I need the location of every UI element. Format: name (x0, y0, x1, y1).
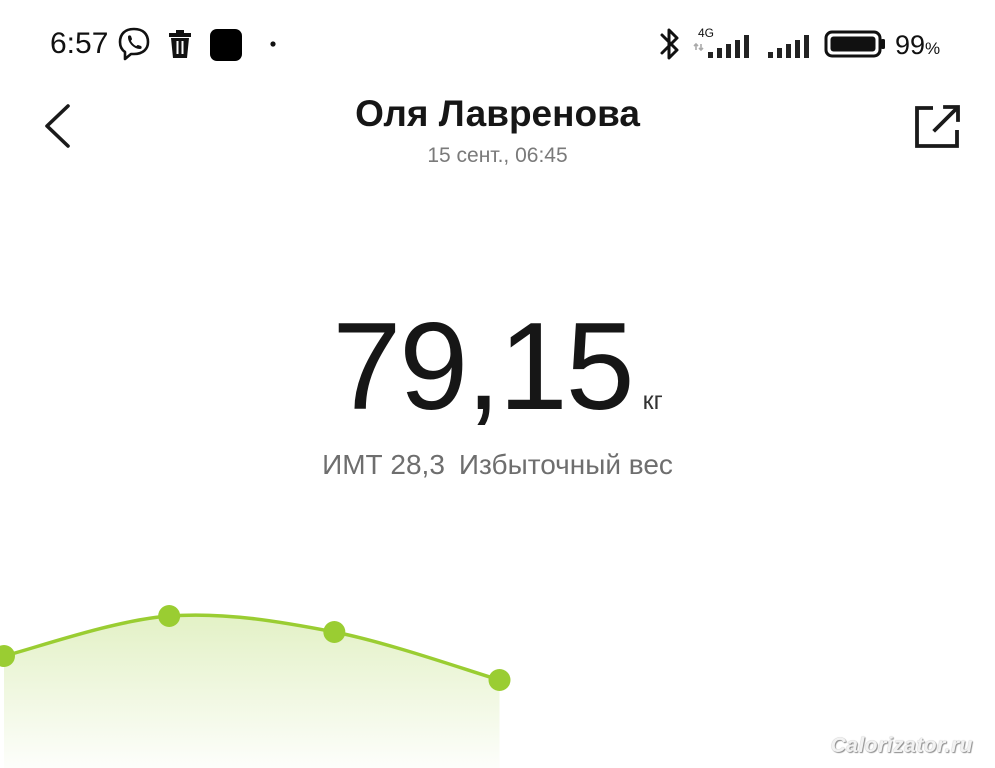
battery-icon (824, 30, 885, 58)
share-button[interactable] (903, 96, 973, 156)
signal-icon (768, 35, 809, 58)
battery-percentage: 99% (895, 28, 940, 66)
chart-point-3[interactable] (488, 669, 511, 691)
chart-point-2[interactable] (323, 621, 346, 643)
status-time: 6:57 (50, 27, 109, 60)
chart-area-fill (4, 615, 500, 768)
status-bar: 6:57 4G 99% (0, 0, 995, 90)
battery-percentage-sign: % (925, 39, 941, 58)
measurement-datetime: 15 сент., 06:45 (427, 144, 568, 167)
page-title: Оля Лавренова (355, 93, 640, 134)
bmi-value: ИМТ 28,3 (322, 449, 445, 480)
trash-icon (169, 30, 191, 58)
chart-point-1[interactable] (158, 605, 181, 627)
viber-icon (118, 27, 150, 61)
signal-4g-icon: 4G (693, 26, 749, 58)
weight-value: 79,15 (332, 298, 634, 436)
app-notification-icon (210, 29, 242, 61)
watermark: Calorizator.ru (830, 734, 973, 757)
dot-icon (270, 41, 276, 47)
share-external-icon (915, 105, 960, 148)
network-type-label: 4G (698, 26, 714, 40)
bluetooth-icon (660, 28, 679, 60)
bmi-info: ИМТ 28,3 Избыточный вес (0, 447, 995, 483)
battery-percentage-value: 99 (895, 30, 926, 60)
weight-unit: кг (642, 387, 663, 415)
bmi-status: Избыточный вес (458, 449, 673, 480)
weight-display: 79,15 кг (0, 300, 995, 434)
